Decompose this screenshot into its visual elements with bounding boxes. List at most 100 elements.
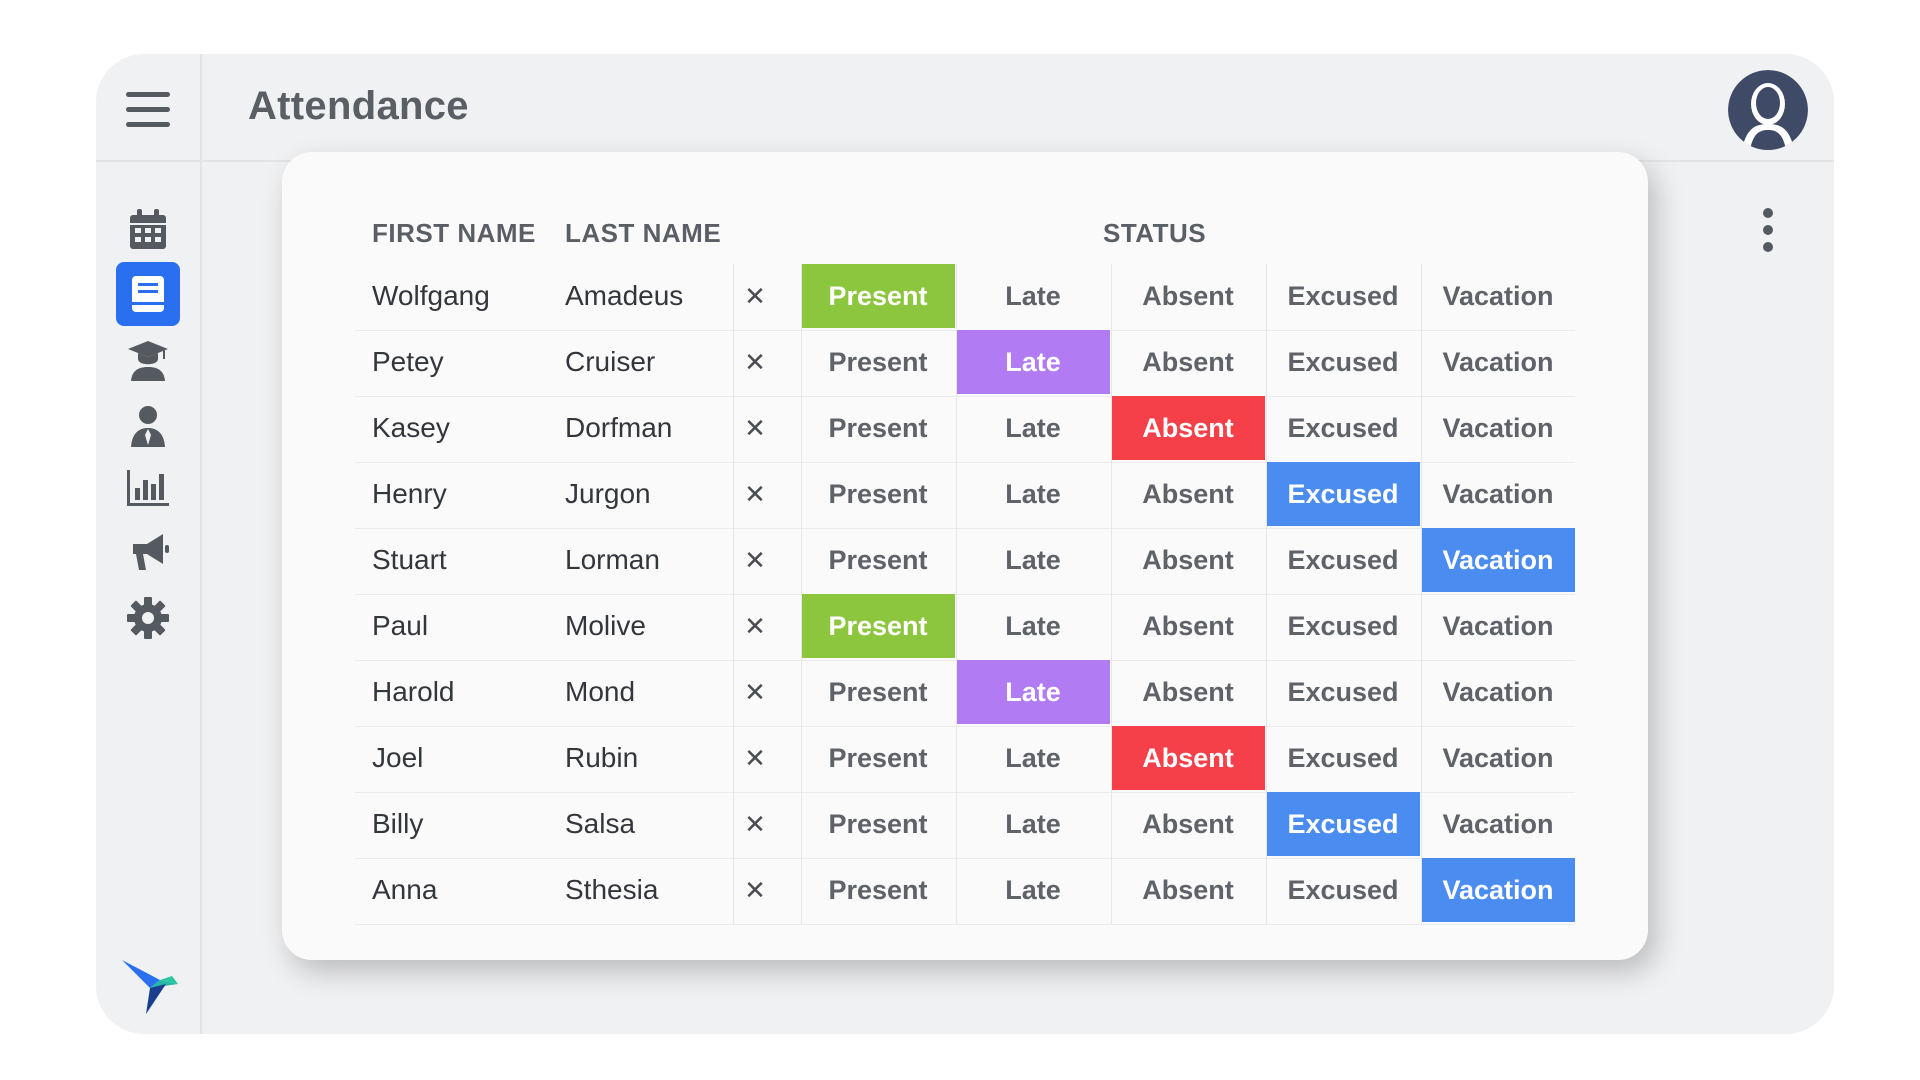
avatar-icon[interactable]: [1728, 70, 1808, 150]
sidebar-item-megaphone[interactable]: [116, 520, 180, 584]
user-icon: [129, 405, 167, 447]
status-option-excused[interactable]: Excused: [1266, 594, 1420, 658]
table-row: Joel Rubin ✕ Present Late Absent Excused Vacati…: [355, 726, 1575, 793]
status-option-present[interactable]: Present: [801, 858, 955, 922]
graduate-icon: [127, 339, 169, 381]
status-option-late[interactable]: Late: [956, 396, 1110, 460]
status-option-absent[interactable]: Absent: [1111, 330, 1265, 394]
status-option-excused[interactable]: Excused: [1266, 792, 1420, 856]
status-option-excused[interactable]: Excused: [1266, 528, 1420, 592]
clear-status-icon[interactable]: ✕: [735, 726, 775, 790]
table-row: Anna Sthesia ✕ Present Late Absent Excused Vaca…: [355, 858, 1575, 925]
table-row: Wolfgang Amadeus ✕ Present Late Absent Excused…: [355, 264, 1575, 331]
clear-status-icon[interactable]: ✕: [735, 528, 775, 592]
status-option-excused[interactable]: Excused: [1266, 396, 1420, 460]
clear-status-icon[interactable]: ✕: [735, 396, 775, 460]
sidebar-item-book[interactable]: [116, 262, 180, 326]
clear-status-icon[interactable]: ✕: [735, 462, 775, 526]
status-option-absent[interactable]: Absent: [1111, 792, 1265, 856]
status-option-present[interactable]: Present: [801, 594, 955, 658]
table-row: Harold Mond ✕ Present Late Absent Excused Vacat…: [355, 660, 1575, 727]
clear-status-icon[interactable]: ✕: [735, 792, 775, 856]
status-option-absent[interactable]: Absent: [1111, 660, 1265, 724]
clear-status-icon[interactable]: ✕: [735, 858, 775, 922]
first-name-cell: Petey: [372, 346, 444, 377]
last-name-cell: Cruiser: [565, 346, 656, 377]
status-option-late[interactable]: Late: [956, 660, 1110, 724]
status-option-vacation[interactable]: Vacation: [1421, 330, 1575, 394]
status-option-present[interactable]: Present: [801, 264, 955, 328]
status-option-vacation[interactable]: Vacation: [1421, 792, 1575, 856]
first-name-cell: Stuart: [372, 544, 447, 575]
status-header: STATUS: [1103, 218, 1207, 248]
column-divider: [956, 264, 957, 924]
status-option-absent[interactable]: Absent: [1111, 594, 1265, 658]
status-option-late[interactable]: Late: [956, 594, 1110, 658]
table-row: Petey Cruiser ✕ Present Late Absent Excused Vac…: [355, 330, 1575, 397]
status-option-excused[interactable]: Excused: [1266, 462, 1420, 526]
status-option-absent[interactable]: Absent: [1111, 858, 1265, 922]
clear-status-icon[interactable]: ✕: [735, 660, 775, 724]
first-name-cell: Harold: [372, 676, 455, 707]
status-option-absent[interactable]: Absent: [1111, 462, 1265, 526]
status-option-absent[interactable]: Absent: [1111, 528, 1265, 592]
status-option-excused[interactable]: Excused: [1266, 330, 1420, 394]
status-option-absent[interactable]: Absent: [1111, 396, 1265, 460]
status-option-excused[interactable]: Excused: [1266, 264, 1420, 328]
status-option-vacation[interactable]: Vacation: [1421, 264, 1575, 328]
sidebar-item-calendar[interactable]: [116, 198, 180, 262]
last-name-cell: Rubin: [565, 742, 639, 773]
status-option-late[interactable]: Late: [956, 462, 1110, 526]
book-icon: [130, 274, 166, 314]
table-row: Billy Salsa ✕ Present Late Absent Excused Vacat…: [355, 792, 1575, 859]
status-option-present[interactable]: Present: [801, 396, 955, 460]
first-name-cell: Anna: [372, 874, 438, 905]
status-option-vacation[interactable]: Vacation: [1421, 462, 1575, 526]
status-option-vacation[interactable]: Vacation: [1421, 528, 1575, 592]
last-name-cell: Molive: [565, 610, 646, 641]
status-option-vacation[interactable]: Vacation: [1421, 660, 1575, 724]
status-option-absent[interactable]: Absent: [1111, 264, 1265, 328]
status-option-late[interactable]: Late: [956, 858, 1110, 922]
status-option-late[interactable]: Late: [956, 330, 1110, 394]
last-name-cell: Mond: [565, 676, 636, 707]
status-option-excused[interactable]: Excused: [1266, 660, 1420, 724]
status-option-excused[interactable]: Excused: [1266, 858, 1420, 922]
status-option-absent[interactable]: Absent: [1111, 726, 1265, 790]
clear-status-icon[interactable]: ✕: [735, 264, 775, 328]
column-divider: [1111, 264, 1112, 924]
sidebar-item-graduate[interactable]: [116, 328, 180, 392]
first-name-header: FIRST NAME: [372, 218, 536, 248]
calendar-icon: [128, 209, 168, 251]
first-name-cell: Kasey: [372, 412, 450, 443]
sidebar-item-bar-chart[interactable]: [116, 456, 180, 520]
status-option-present[interactable]: Present: [801, 330, 955, 394]
status-option-present[interactable]: Present: [801, 726, 955, 790]
bar-chart-icon: [127, 470, 169, 506]
last-name-cell: Amadeus: [565, 280, 684, 311]
status-option-present[interactable]: Present: [801, 660, 955, 724]
sidebar-item-gear[interactable]: [116, 586, 180, 650]
more-options-icon[interactable]: [1758, 208, 1778, 252]
menu-icon[interactable]: [126, 92, 170, 128]
sidebar-item-user[interactable]: [116, 394, 180, 458]
status-option-present[interactable]: Present: [801, 528, 955, 592]
status-option-vacation[interactable]: Vacation: [1421, 858, 1575, 922]
status-option-late[interactable]: Late: [956, 792, 1110, 856]
column-divider: [733, 264, 734, 924]
status-option-late[interactable]: Late: [956, 264, 1110, 328]
gear-icon: [127, 597, 169, 639]
clear-status-icon[interactable]: ✕: [735, 594, 775, 658]
last-name-cell: Salsa: [565, 808, 636, 839]
first-name-cell: Joel: [372, 742, 424, 773]
clear-status-icon[interactable]: ✕: [735, 330, 775, 394]
status-option-vacation[interactable]: Vacation: [1421, 726, 1575, 790]
status-option-late[interactable]: Late: [956, 726, 1110, 790]
first-name-cell: Wolfgang: [372, 280, 490, 311]
status-option-present[interactable]: Present: [801, 462, 955, 526]
status-option-excused[interactable]: Excused: [1266, 726, 1420, 790]
status-option-vacation[interactable]: Vacation: [1421, 594, 1575, 658]
status-option-vacation[interactable]: Vacation: [1421, 396, 1575, 460]
status-option-late[interactable]: Late: [956, 528, 1110, 592]
status-option-present[interactable]: Present: [801, 792, 955, 856]
